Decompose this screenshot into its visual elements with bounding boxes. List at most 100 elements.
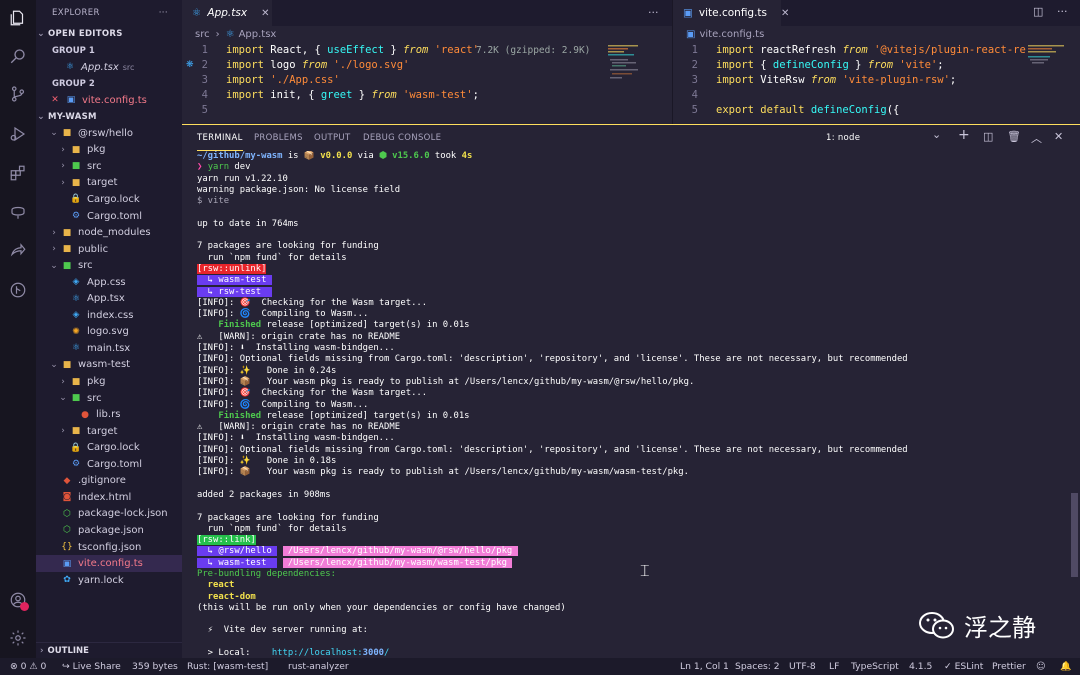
code-editor-right[interactable]: 1 import reactRefresh from '@vitejs/plugi…: [664, 43, 1026, 124]
cursor-position[interactable]: Ln 1, Col 1: [680, 658, 729, 675]
group-1-header[interactable]: GROUP 1: [36, 43, 182, 60]
problems-status[interactable]: ⊗ 0 ⚠ 0: [10, 658, 46, 675]
terminal-scrollbar[interactable]: [1071, 493, 1078, 577]
trash-icon[interactable]: 🗑: [1007, 130, 1021, 143]
tree-item[interactable]: › ■ target: [36, 423, 182, 440]
run-debug-icon[interactable]: [0, 116, 36, 152]
close-panel-icon[interactable]: ✕: [1054, 130, 1063, 143]
minimap-left[interactable]: [606, 43, 658, 103]
tab-terminal[interactable]: TERMINAL: [197, 125, 243, 151]
search-icon[interactable]: [0, 38, 36, 74]
tree-item[interactable]: ✿ yarn.lock: [36, 572, 182, 589]
code-token: greet: [320, 89, 353, 101]
more-actions-icon[interactable]: ···: [648, 6, 659, 19]
tree-item[interactable]: › ■ public: [36, 241, 182, 258]
tree-item[interactable]: ◈ index.css: [36, 307, 182, 324]
tree-item[interactable]: 🔒 Cargo.lock: [36, 191, 182, 208]
extensions-icon[interactable]: [0, 155, 36, 191]
tree-item[interactable]: ◙ index.html: [36, 489, 182, 506]
project-section[interactable]: ⌄ MY-WASM: [36, 109, 182, 126]
tree-item[interactable]: ▣ vite.config.ts: [36, 555, 182, 572]
tree-item[interactable]: › ■ node_modules: [36, 224, 182, 241]
rust-analyzer-status[interactable]: rust-analyzer: [288, 658, 349, 675]
terminal-token: 3000: [362, 648, 385, 657]
live-share-status[interactable]: ↪ Live Share: [62, 658, 121, 675]
tree-item[interactable]: ◆ .gitignore: [36, 473, 182, 490]
ts-version[interactable]: 4.1.5: [909, 658, 932, 675]
terminal-select[interactable]: 1: node: [826, 125, 860, 151]
chevron-right-icon: ›: [61, 177, 65, 188]
chevron-down-icon[interactable]: ⌄: [932, 128, 941, 141]
tree-item[interactable]: › ■ pkg: [36, 142, 182, 159]
tab-app-tsx[interactable]: ⚛ App.tsx ✕: [182, 0, 272, 26]
tree-item[interactable]: ⚛ App.tsx: [36, 291, 182, 308]
tree-item[interactable]: ⬡ package.json: [36, 522, 182, 539]
breadcrumb-folder[interactable]: src: [195, 29, 210, 40]
split-terminal-icon[interactable]: ◫: [983, 130, 993, 143]
more-actions-icon[interactable]: ···: [1057, 5, 1068, 18]
source-control-icon[interactable]: [0, 76, 36, 112]
remote-explorer-icon[interactable]: [0, 194, 36, 230]
close-icon[interactable]: ✕: [50, 95, 60, 105]
encoding-status[interactable]: UTF-8: [789, 658, 816, 675]
tree-item[interactable]: ⌄ ■ src: [36, 390, 182, 407]
tree-item[interactable]: ⌄ ■ wasm-test: [36, 357, 182, 374]
terminal-line: > Local: http://localhost:3000/: [197, 648, 1057, 657]
language-mode[interactable]: TypeScript: [851, 658, 899, 675]
tree-item[interactable]: {} tsconfig.json: [36, 539, 182, 556]
close-icon[interactable]: ✕: [781, 8, 789, 19]
terminal-line: 7 packages are looking for funding: [197, 241, 1057, 252]
tree-item[interactable]: ⚙ Cargo.toml: [36, 208, 182, 225]
tab-problems[interactable]: PROBLEMS: [254, 125, 303, 151]
account-icon[interactable]: [0, 582, 36, 618]
explorer-icon[interactable]: [0, 0, 36, 36]
more-actions-icon[interactable]: ···: [159, 8, 168, 18]
tree-item[interactable]: ✺ logo.svg: [36, 324, 182, 341]
new-terminal-icon[interactable]: +: [958, 127, 970, 143]
tree-item[interactable]: 🔒 Cargo.lock: [36, 439, 182, 456]
git-graph-icon[interactable]: [0, 272, 36, 308]
tree-item[interactable]: ● lib.rs: [36, 406, 182, 423]
tree-item[interactable]: ⬡ package-lock.json: [36, 506, 182, 523]
rust-status[interactable]: Rust: [wasm-test]: [187, 658, 268, 675]
split-editor-icon[interactable]: ◫: [1033, 5, 1043, 18]
eol-status[interactable]: LF: [829, 658, 839, 675]
tree-item[interactable]: ⌄ ■ @rsw/hello: [36, 125, 182, 142]
open-editor-app-tsx[interactable]: ⚛ App.tsx src: [36, 59, 182, 76]
open-editor-vite-config[interactable]: ✕ ▣ vite.config.ts: [36, 92, 182, 109]
folder-icon: ■: [71, 376, 81, 387]
group-2-header[interactable]: GROUP 2: [36, 76, 182, 93]
close-icon[interactable]: ✕: [261, 8, 269, 19]
eslint-status[interactable]: ✓ ESLint: [944, 658, 983, 675]
tree-item[interactable]: › ■ target: [36, 175, 182, 192]
tree-item[interactable]: ◈ App.css: [36, 274, 182, 291]
tree-item[interactable]: › ■ src: [36, 158, 182, 175]
terminal-output[interactable]: ~/github/my-wasm is 📦 v0.0.0 via ⬢ v15.6…: [197, 151, 1057, 657]
tab-output[interactable]: OUTPUT: [314, 125, 350, 151]
indentation-status[interactable]: Spaces: 2: [735, 658, 780, 675]
code-line: 5 export default defineConfig({: [664, 103, 1026, 118]
tree-item[interactable]: › ■ pkg: [36, 373, 182, 390]
code-token: React, {: [270, 44, 328, 56]
code-token: export default: [716, 104, 811, 116]
tree-item-label: public: [78, 243, 109, 255]
minimap-right[interactable]: [1026, 43, 1078, 103]
tab-debug-console[interactable]: DEBUG CONSOLE: [363, 125, 441, 151]
terminal-token: /Users/lencx/github/my-wasm/wasm-test/pk…: [282, 557, 513, 568]
tree-item[interactable]: ⚙ Cargo.toml: [36, 456, 182, 473]
maximize-panel-icon[interactable]: ︿: [1031, 130, 1042, 146]
settings-gear-icon[interactable]: [0, 620, 36, 656]
live-share-icon[interactable]: [0, 232, 36, 268]
prettier-status[interactable]: Prettier: [992, 658, 1026, 675]
outline-section[interactable]: › OUTLINE: [36, 642, 182, 658]
breadcrumb-file[interactable]: vite.config.ts: [699, 29, 764, 40]
terminal-token: release [optimized] target(s) in 0.01s: [261, 320, 470, 331]
tab-vite-config[interactable]: ▣ vite.config.ts ✕: [673, 0, 789, 26]
breadcrumb-left: src › ⚛ App.tsx: [195, 26, 276, 42]
notifications-icon[interactable]: 🔔: [1060, 658, 1071, 675]
tree-item[interactable]: ⌄ ■ src: [36, 257, 182, 274]
breadcrumb-file[interactable]: App.tsx: [239, 29, 277, 40]
open-editors-section[interactable]: ⌄ OPEN EDITORS: [36, 26, 182, 43]
feedback-icon[interactable]: ☺: [1036, 658, 1046, 675]
tree-item[interactable]: ⚛ main.tsx: [36, 340, 182, 357]
